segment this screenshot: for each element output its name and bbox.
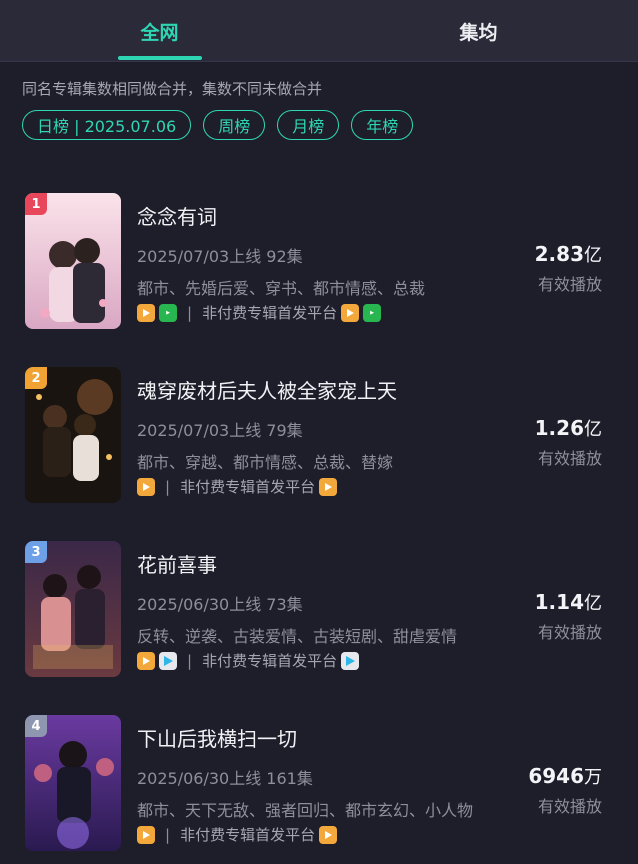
play-count-unit: 万 [584, 767, 602, 788]
drama-cover-image[interactable]: 3 [25, 541, 121, 677]
platform-row: ▶ | 非付费专辑首发平台 ▶ [137, 302, 382, 323]
play-count-label: 有效播放 [537, 797, 602, 816]
platform-row: | 非付费专辑首发平台 [137, 476, 338, 497]
play-count-value: 1.14 [534, 590, 584, 614]
youku-icon [319, 477, 338, 496]
drama-cover-image[interactable]: 2 [25, 367, 121, 503]
separator: | [187, 303, 193, 322]
play-count-value: 2.83 [534, 242, 584, 266]
mango-icon [159, 651, 177, 670]
merge-note: 同名专辑集数相同做合并，集数不同未做合并 [22, 80, 323, 98]
filter-monthly-chip[interactable]: 月榜 [277, 110, 340, 140]
play-count-label: 有效播放 [537, 449, 602, 468]
list-item[interactable]: 2 魂穿废材后夫人被全家宠上天 2025/07/03上线 79集 都市、穿越、都… [0, 367, 638, 541]
platform-label: 非付费专辑首发平台 [180, 478, 316, 496]
platform-label: 非付费专辑首发平台 [202, 304, 338, 322]
genre-tags: 反转、逆袭、古装爱情、古装短剧、甜虐爱情 [137, 627, 458, 646]
drama-title[interactable]: 下山后我横扫一切 [137, 723, 297, 752]
youku-icon [319, 825, 338, 844]
rank-badge: 2 [25, 367, 47, 389]
play-count: 2.83亿 有效播放 [535, 241, 602, 295]
list-item[interactable]: 1 念念有词 2025/07/03上线 92集 都市、先婚后爱、穿书、都市情感、… [0, 193, 638, 367]
rank-badge: 3 [25, 541, 47, 563]
separator: | [187, 651, 193, 670]
release-info: 2025/07/03上线 79集 [137, 421, 303, 440]
platform-row: | 非付费专辑首发平台 [137, 650, 360, 671]
drama-title[interactable]: 花前喜事 [137, 549, 217, 578]
tab-all-network[interactable]: 全网 [0, 0, 319, 62]
release-info: 2025/06/30上线 73集 [137, 595, 303, 614]
youku-icon [137, 477, 155, 496]
youku-icon [137, 303, 155, 322]
drama-title[interactable]: 魂穿废材后夫人被全家宠上天 [137, 375, 397, 404]
drama-title[interactable]: 念念有词 [137, 201, 217, 230]
play-count-label: 有效播放 [537, 623, 602, 642]
play-count: 1.26亿 有效播放 [535, 415, 602, 469]
drama-cover-image[interactable]: 1 [25, 193, 121, 329]
drama-cover-image[interactable]: 4 [25, 715, 121, 851]
genre-tags: 都市、先婚后爱、穿书、都市情感、总裁 [137, 279, 426, 298]
youku-icon [341, 303, 360, 322]
genre-tags: 都市、穿越、都市情感、总裁、替嫁 [137, 453, 394, 472]
genre-tags: 都市、天下无敌、强者回归、都市玄幻、小人物 [137, 801, 474, 820]
separator: | [165, 477, 171, 496]
play-count-unit: 亿 [584, 245, 602, 266]
play-count: 1.14亿 有效播放 [535, 589, 602, 643]
filter-yearly-chip[interactable]: 年榜 [351, 110, 414, 140]
play-count-label: 有效播放 [537, 275, 602, 294]
platform-row: | 非付费专辑首发平台 [137, 824, 338, 845]
list-item[interactable]: 3 花前喜事 2025/06/30上线 73集 反转、逆袭、古装爱情、古装短剧、… [0, 541, 638, 715]
mango-icon [341, 651, 360, 670]
play-count-unit: 亿 [584, 419, 602, 440]
play-count-value: 1.26 [534, 416, 584, 440]
release-info: 2025/07/03上线 92集 [137, 247, 303, 266]
tencent-icon: ▶ [159, 303, 177, 322]
top-tab-bar: 全网 集均 [0, 0, 638, 62]
filter-daily-chip[interactable]: 日榜 | 2025.07.06 [22, 110, 192, 140]
separator: | [165, 825, 171, 844]
youku-icon [137, 651, 155, 670]
tab-per-episode[interactable]: 集均 [319, 0, 638, 62]
rank-badge: 1 [25, 193, 47, 215]
list-item[interactable]: 4 下山后我横扫一切 2025/06/30上线 161集 都市、天下无敌、强者回… [0, 715, 638, 864]
filter-weekly-chip[interactable]: 周榜 [203, 110, 266, 140]
rank-badge: 4 [25, 715, 47, 737]
ranking-period-filters: 日榜 | 2025.07.06 周榜 月榜 年榜 [22, 110, 414, 140]
youku-icon [137, 825, 155, 844]
platform-label: 非付费专辑首发平台 [202, 652, 338, 670]
release-info: 2025/06/30上线 161集 [137, 769, 313, 788]
play-count-value: 6946 [528, 764, 584, 788]
play-count: 6946万 有效播放 [528, 763, 602, 817]
tab-divider [0, 61, 638, 62]
tencent-icon: ▶ [363, 303, 382, 322]
ranking-list: 1 念念有词 2025/07/03上线 92集 都市、先婚后爱、穿书、都市情感、… [0, 193, 638, 864]
platform-label: 非付费专辑首发平台 [180, 826, 316, 844]
play-count-unit: 亿 [584, 593, 602, 614]
